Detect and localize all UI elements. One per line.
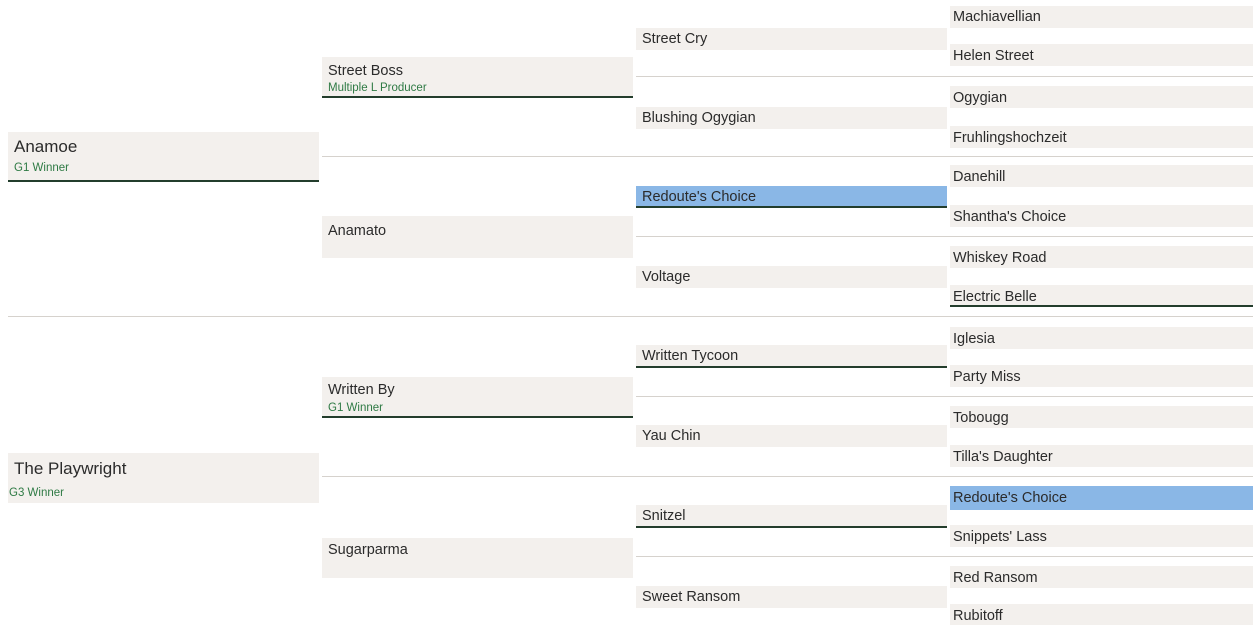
grandparent-underline (322, 416, 633, 418)
pedigree-cell-dam[interactable]: The Playwright G3 Winner (8, 453, 319, 503)
pedigree-cell-g4-highlighted[interactable]: Redoute's Choice (950, 486, 1253, 510)
divider-half (8, 316, 1253, 317)
divider-eighth (636, 556, 1253, 557)
grandparent-name[interactable]: Anamato (328, 223, 386, 239)
pedigree-cell-grandparent[interactable]: Written By G1 Winner (322, 377, 633, 417)
pedigree-cell-g4[interactable]: Shantha's Choice (950, 205, 1253, 227)
g4-name[interactable]: Redoute's Choice (953, 490, 1067, 506)
great-grandparent-underline (636, 526, 947, 528)
g4-name[interactable]: Danehill (953, 169, 1005, 185)
great-grandparent-name[interactable]: Written Tycoon (642, 348, 738, 364)
pedigree-cell-g4[interactable]: Rubitoff (950, 604, 1253, 625)
pedigree-cell-great-grandparent[interactable]: Written Tycoon (636, 345, 947, 367)
pedigree-cell-great-grandparent[interactable]: Sweet Ransom (636, 586, 947, 608)
g4-name[interactable]: Electric Belle (953, 289, 1037, 305)
pedigree-cell-g4[interactable]: Ogygian (950, 86, 1253, 108)
pedigree-cell-great-grandparent[interactable]: Street Cry (636, 28, 947, 50)
pedigree-cell-g4[interactable]: Danehill (950, 165, 1253, 187)
g4-name[interactable]: Snippets' Lass (953, 529, 1047, 545)
great-grandparent-underline (636, 206, 947, 208)
grandparent-name[interactable]: Street Boss (328, 63, 403, 79)
pedigree-cell-g4[interactable]: Iglesia (950, 327, 1253, 349)
g4-underline (950, 305, 1253, 307)
g4-name[interactable]: Shantha's Choice (953, 209, 1066, 225)
g4-name[interactable]: Whiskey Road (953, 250, 1046, 266)
pedigree-cell-g4[interactable]: Electric Belle (950, 285, 1253, 307)
g4-name[interactable]: Helen Street (953, 48, 1034, 64)
dam-badge: G3 Winner (9, 487, 64, 499)
great-grandparent-name[interactable]: Redoute's Choice (642, 189, 756, 205)
pedigree-cell-g4[interactable]: Snippets' Lass (950, 525, 1253, 547)
pedigree-cell-g4[interactable]: Tobougg (950, 406, 1253, 428)
g4-name[interactable]: Red Ransom (953, 570, 1038, 586)
grandparent-badge: G1 Winner (328, 402, 383, 414)
divider-eighth (636, 396, 1253, 397)
pedigree-cell-great-grandparent[interactable]: Yau Chin (636, 425, 947, 447)
pedigree-cell-g4[interactable]: Machiavellian (950, 6, 1253, 28)
great-grandparent-name[interactable]: Voltage (642, 269, 690, 285)
pedigree-cell-great-grandparent[interactable]: Blushing Ogygian (636, 107, 947, 129)
g4-name[interactable]: Rubitoff (953, 608, 1003, 624)
sire-badge: G1 Winner (14, 162, 69, 174)
pedigree-cell-g4[interactable]: Fruhlingshochzeit (950, 126, 1253, 148)
divider-eighth (636, 236, 1253, 237)
pedigree-cell-grandparent[interactable]: Anamato (322, 216, 633, 258)
pedigree-cell-grandparent[interactable]: Street Boss Multiple L Producer (322, 57, 633, 97)
divider-quarter (322, 156, 1253, 157)
grandparent-name[interactable]: Written By (328, 382, 395, 398)
great-grandparent-name[interactable]: Street Cry (642, 31, 707, 47)
pedigree-cell-g4[interactable]: Tilla's Daughter (950, 445, 1253, 467)
divider-quarter (322, 476, 1253, 477)
pedigree-cell-g4[interactable]: Party Miss (950, 365, 1253, 387)
grandparent-badge: Multiple L Producer (328, 82, 427, 94)
pedigree-cell-great-grandparent-highlighted[interactable]: Redoute's Choice (636, 186, 947, 208)
g4-name[interactable]: Fruhlingshochzeit (953, 130, 1067, 146)
sire-name[interactable]: Anamoe (14, 137, 77, 157)
g4-name[interactable]: Iglesia (953, 331, 995, 347)
great-grandparent-name[interactable]: Blushing Ogygian (642, 110, 756, 126)
pedigree-cell-great-grandparent[interactable]: Voltage (636, 266, 947, 288)
divider-eighth (636, 76, 1253, 77)
pedigree-cell-great-grandparent[interactable]: Snitzel (636, 505, 947, 527)
great-grandparent-name[interactable]: Sweet Ransom (642, 589, 740, 605)
sire-underline (8, 180, 319, 182)
great-grandparent-name[interactable]: Yau Chin (642, 428, 701, 444)
grandparent-underline (322, 96, 633, 98)
pedigree-cell-grandparent[interactable]: Sugarparma (322, 538, 633, 578)
pedigree-cell-g4[interactable]: Red Ransom (950, 566, 1253, 588)
dam-name[interactable]: The Playwright (14, 459, 126, 479)
grandparent-name[interactable]: Sugarparma (328, 542, 408, 558)
g4-name[interactable]: Party Miss (953, 369, 1021, 385)
great-grandparent-underline (636, 366, 947, 368)
g4-name[interactable]: Ogygian (953, 90, 1007, 106)
g4-name[interactable]: Tobougg (953, 410, 1009, 426)
pedigree-cell-g4[interactable]: Whiskey Road (950, 246, 1253, 268)
great-grandparent-name[interactable]: Snitzel (642, 508, 686, 524)
pedigree-cell-g4[interactable]: Helen Street (950, 44, 1253, 66)
g4-name[interactable]: Tilla's Daughter (953, 449, 1053, 465)
pedigree-cell-sire[interactable]: Anamoe G1 Winner (8, 132, 319, 182)
g4-name[interactable]: Machiavellian (953, 9, 1041, 25)
